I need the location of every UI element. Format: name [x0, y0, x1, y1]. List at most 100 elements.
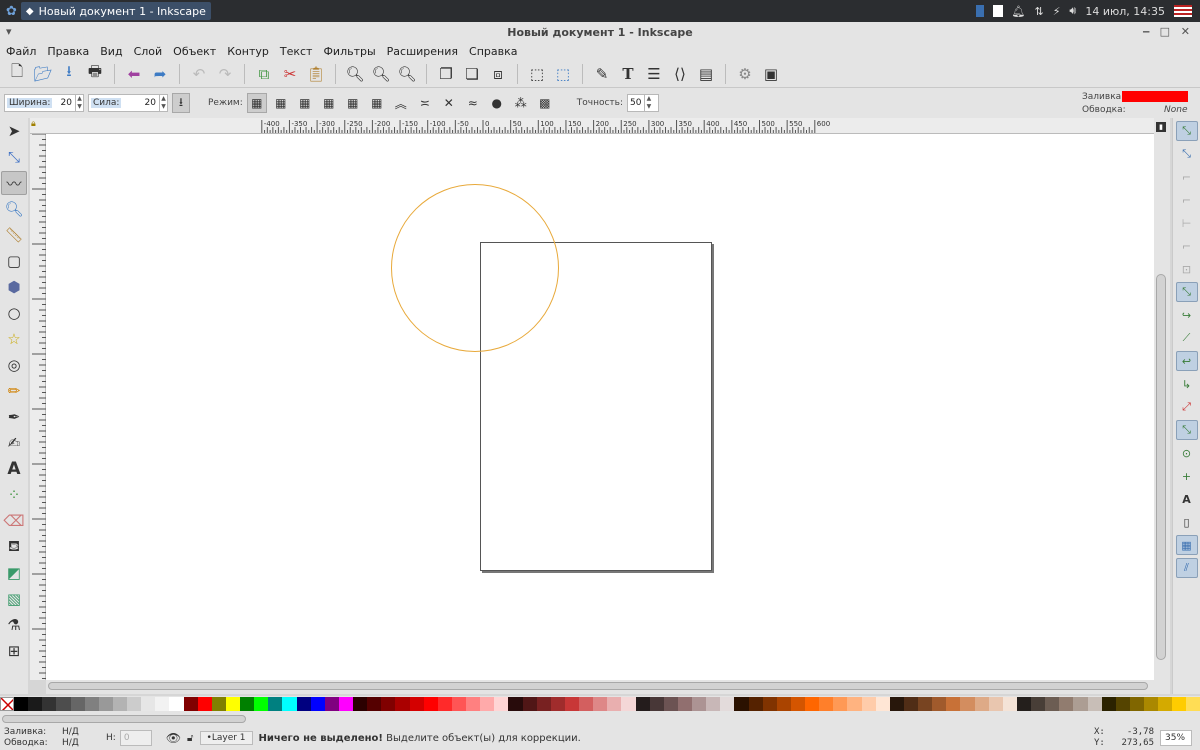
fill-swatch[interactable]: [1122, 91, 1188, 102]
import-icon[interactable]: ⬅: [123, 63, 145, 85]
pen-tool-icon[interactable]: ✒: [1, 405, 27, 429]
palette-swatch[interactable]: [508, 697, 523, 711]
palette-swatch[interactable]: [127, 697, 142, 711]
palette-swatch[interactable]: [381, 697, 396, 711]
palette-swatch[interactable]: [197, 697, 212, 711]
document-properties-icon[interactable]: ▣: [760, 63, 782, 85]
palette-swatch[interactable]: [635, 697, 650, 711]
copy-icon[interactable]: ⧉: [253, 63, 275, 85]
ellipse-tool-icon[interactable]: ○: [1, 301, 27, 325]
palette-swatch[interactable]: [550, 697, 565, 711]
force-spinbox[interactable]: Сила: 20 ▲ ▼: [88, 94, 168, 112]
paint-bucket-tool-icon[interactable]: ⛾: [1, 535, 27, 559]
snap-object-centers-icon[interactable]: ⊙: [1176, 443, 1198, 463]
maximize-icon[interactable]: □: [1160, 25, 1170, 38]
palette-swatch[interactable]: [706, 697, 721, 711]
mode-scale-icon[interactable]: ▦: [319, 93, 339, 113]
palette-swatch[interactable]: [988, 697, 1003, 711]
palette-swatch[interactable]: [437, 697, 452, 711]
palette-swatch[interactable]: [1144, 697, 1159, 711]
palette-swatch[interactable]: [367, 697, 382, 711]
volume-icon[interactable]: 🔊︎: [1069, 4, 1076, 18]
menu-help[interactable]: Справка: [469, 45, 517, 58]
open-icon[interactable]: 📂︎: [32, 63, 54, 85]
palette-swatch[interactable]: [1158, 697, 1173, 711]
zoom-page-icon[interactable]: 🔍︎: [396, 63, 418, 85]
dropper-tool-icon[interactable]: ⚗: [1, 613, 27, 637]
mode-blur-icon[interactable]: ▩: [535, 93, 555, 113]
palette-swatch[interactable]: [805, 697, 820, 711]
spray-tool-icon[interactable]: ⁘: [1, 483, 27, 507]
style-indicator[interactable]: Заливка: Обводка: None: [1076, 88, 1200, 118]
palette-scrollbar[interactable]: [0, 712, 1200, 726]
palette-swatch[interactable]: [28, 697, 43, 711]
palette-swatch[interactable]: [254, 697, 269, 711]
palette-swatch[interactable]: [692, 697, 707, 711]
menu-path[interactable]: Контур: [227, 45, 269, 58]
fill-stroke-icon[interactable]: ✎: [591, 63, 613, 85]
group-icon[interactable]: ⬚: [526, 63, 548, 85]
snap-bbox-edges-icon[interactable]: ⌐: [1176, 167, 1198, 187]
power-icon[interactable]: ⚡: [1053, 5, 1061, 18]
palette-swatch[interactable]: [14, 697, 29, 711]
menu-layer[interactable]: Слой: [134, 45, 163, 58]
zoom-drawing-icon[interactable]: 🔍︎: [370, 63, 392, 85]
mode-shrink-grow-icon[interactable]: ≍: [415, 93, 435, 113]
palette-swatch[interactable]: [480, 697, 495, 711]
horizontal-scrollbar[interactable]: [46, 680, 1154, 694]
palette-swatch[interactable]: [1002, 697, 1017, 711]
width-spinbox[interactable]: Ширина: 20 ▲ ▼: [4, 94, 84, 112]
snap-nodes-icon[interactable]: ⤡: [1175, 282, 1198, 302]
node-tool-icon[interactable]: ⤡: [1, 145, 27, 169]
mode-push-icon[interactable]: ︽: [391, 93, 411, 113]
taskbar-window-button[interactable]: ◆ Новый документ 1 - Inkscape: [20, 2, 211, 20]
palette-swatch[interactable]: [677, 697, 692, 711]
gradient-tool-icon[interactable]: ◩: [1, 561, 27, 585]
current-layer-dropdown[interactable]: •Layer 1: [199, 731, 253, 745]
menu-object[interactable]: Объект: [173, 45, 216, 58]
palette-swatch[interactable]: [338, 697, 353, 711]
palette-swatch[interactable]: [946, 697, 961, 711]
no-paint-swatch[interactable]: [0, 697, 14, 711]
preferences-gear-icon[interactable]: ⚙: [734, 63, 756, 85]
palette-swatch[interactable]: [1073, 697, 1088, 711]
snap-page-border-icon[interactable]: ▯: [1176, 512, 1198, 532]
fidelity-spinbox[interactable]: 50 ▲ ▼: [627, 94, 659, 112]
palette-swatch[interactable]: [70, 697, 85, 711]
menu-filters[interactable]: Фильтры: [323, 45, 375, 58]
vertical-scrollbar[interactable]: ▮: [1154, 118, 1170, 694]
palette-swatch[interactable]: [960, 697, 975, 711]
palette-swatch[interactable]: [1186, 697, 1200, 711]
scrollbar-corner-icon[interactable]: ▮: [1156, 122, 1166, 132]
palette-swatch[interactable]: [720, 697, 735, 711]
palette-swatch[interactable]: [466, 697, 481, 711]
snap-smooth-nodes-icon[interactable]: ↳: [1176, 374, 1198, 394]
new-document-icon[interactable]: 🗋: [6, 62, 28, 85]
stroke-value[interactable]: None: [1164, 105, 1187, 115]
palette-swatch[interactable]: [494, 697, 509, 711]
palette-swatch[interactable]: [918, 697, 933, 711]
snap-cusp-nodes-icon[interactable]: ↩: [1175, 351, 1198, 371]
mode-move-jitter-icon[interactable]: ▦: [295, 93, 315, 113]
palette-scrollbar-thumb[interactable]: [2, 715, 246, 723]
snap-grids-icon[interactable]: ▦: [1175, 535, 1198, 555]
drawing-canvas[interactable]: [46, 134, 1154, 680]
save-icon[interactable]: ⭳: [58, 62, 80, 85]
snap-centers-icon[interactable]: ⊡: [1176, 259, 1198, 279]
palette-swatch[interactable]: [183, 697, 198, 711]
palette-swatch[interactable]: [310, 697, 325, 711]
snap-guides-icon[interactable]: ⫽: [1175, 558, 1198, 578]
snap-bbox-centers-icon[interactable]: ⌐: [1176, 236, 1198, 256]
palette-swatch[interactable]: [84, 697, 99, 711]
fidelity-value[interactable]: 50: [630, 98, 644, 108]
ungroup-icon[interactable]: ⬚: [552, 63, 574, 85]
mode-attract-repel-icon[interactable]: ✕: [439, 93, 459, 113]
layer-lock-icon[interactable]: 🔓︎: [187, 733, 193, 744]
palette-swatch[interactable]: [607, 697, 622, 711]
lock-guides-icon[interactable]: 🔒︎: [31, 119, 36, 129]
palette-swatch[interactable]: [536, 697, 551, 711]
palette-swatch[interactable]: [169, 697, 184, 711]
export-icon[interactable]: ➦: [149, 63, 171, 85]
text-font-icon[interactable]: T: [617, 63, 639, 85]
palette-swatch[interactable]: [141, 697, 156, 711]
